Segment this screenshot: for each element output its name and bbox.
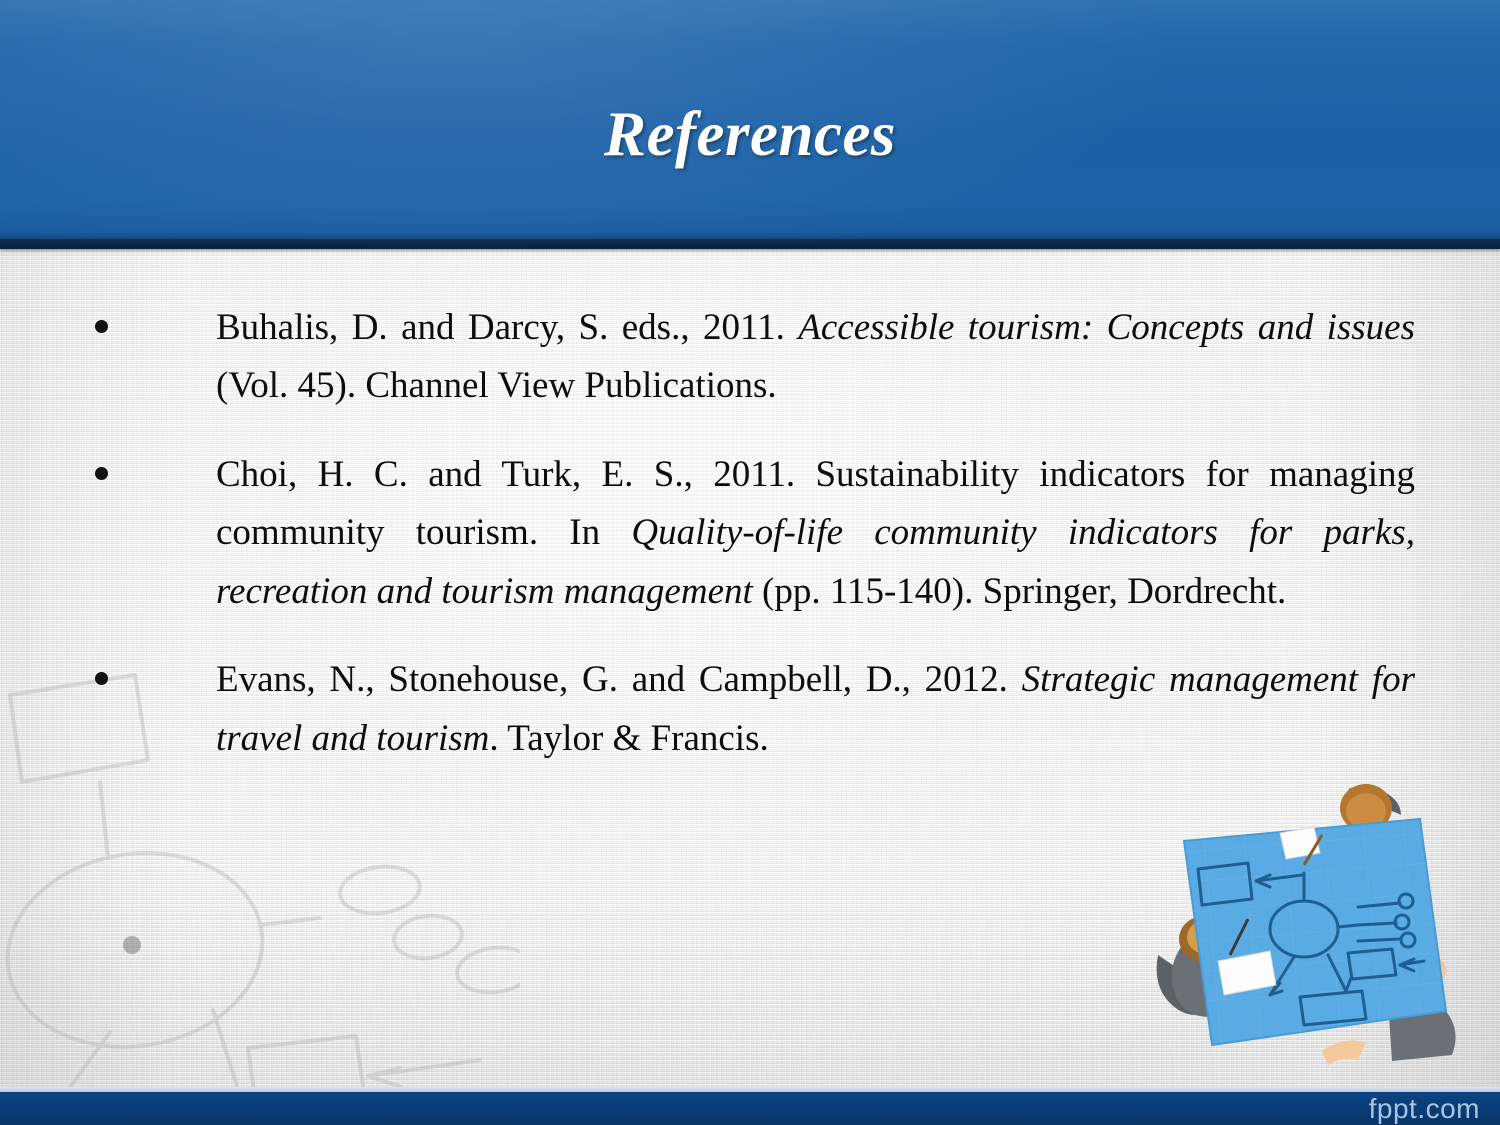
bullet-icon — [95, 320, 108, 333]
slide-body: Buhalis, D. and Darcy, S. eds., 2011. Ac… — [0, 249, 1500, 1092]
footer-brand-watermark: fppt.com — [1368, 1093, 1480, 1124]
reference-list: Buhalis, D. and Darcy, S. eds., 2011. Ac… — [85, 299, 1415, 798]
page-title: References — [604, 99, 896, 169]
reference-text: Evans, N., Stonehouse, G. and Campbell, … — [216, 659, 1415, 759]
presentation-slide: References Buhalis, D. and Darcy, S. eds… — [0, 0, 1500, 1125]
list-item: Evans, N., Stonehouse, G. and Campbell, … — [85, 651, 1415, 768]
reference-text: Buhalis, D. and Darcy, S. eds., 2011. Ac… — [216, 307, 1415, 407]
slide-footer-band — [0, 1092, 1500, 1125]
bullet-icon — [95, 466, 108, 480]
reference-text: Choi, H. C. and Turk, E. S., 2011. Susta… — [216, 453, 1415, 612]
list-item: Choi, H. C. and Turk, E. S., 2011. Susta… — [85, 446, 1415, 621]
list-item: Buhalis, D. and Darcy, S. eds., 2011. Ac… — [85, 299, 1415, 416]
bullet-icon — [95, 672, 108, 686]
